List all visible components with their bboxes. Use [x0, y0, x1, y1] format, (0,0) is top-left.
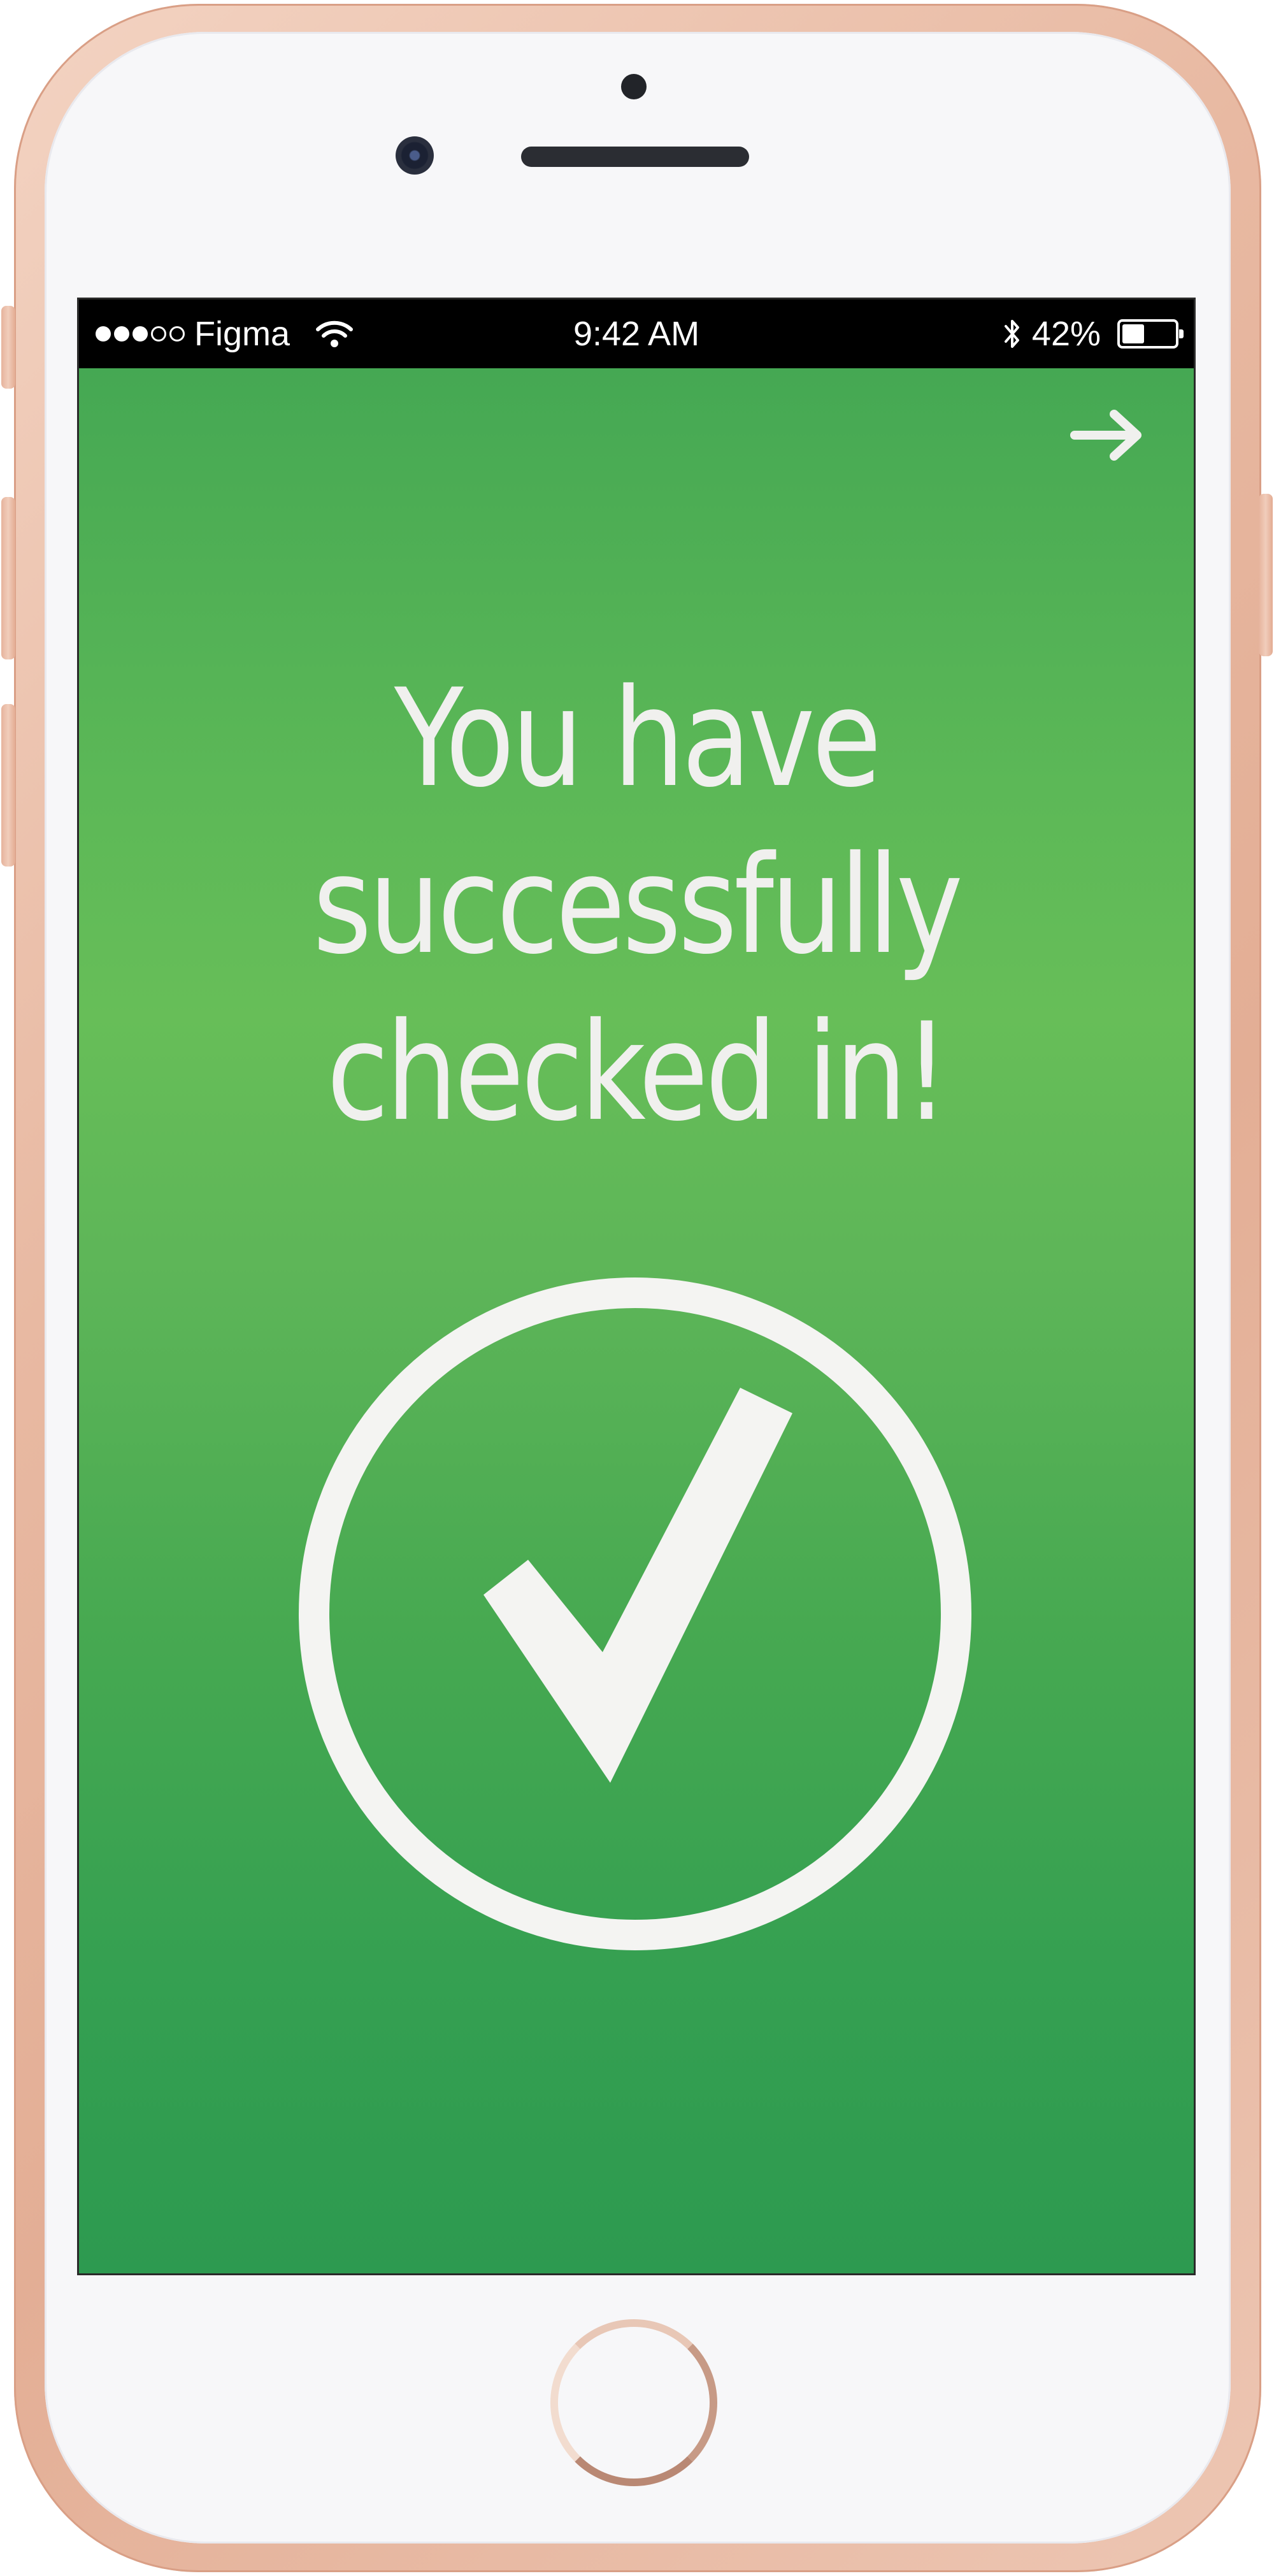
battery-level [1122, 324, 1144, 343]
home-button[interactable] [550, 2319, 717, 2486]
battery-terminal [1179, 329, 1184, 338]
success-headline: You have successfully checked in! [312, 659, 963, 1151]
checkmark-icon [483, 1388, 792, 1783]
earpiece-speaker [521, 147, 749, 167]
status-bar-right: 42% [1003, 315, 1184, 353]
mute-switch [1, 306, 15, 389]
power-button [1259, 494, 1273, 656]
volume-up-button [1, 497, 15, 659]
arrow-right-icon[interactable] [1070, 407, 1146, 464]
check-in-success-view: You have successfully checked in! [79, 368, 1194, 2273]
phone-screen: Figma 9:42 AM 42% You have successfully … [79, 299, 1194, 2273]
battery-percent: 42% [1031, 315, 1101, 353]
front-camera [396, 136, 434, 175]
checkmark-circle-icon [299, 1277, 971, 1950]
bluetooth-icon [1004, 320, 1019, 348]
proximity-sensor [621, 74, 647, 99]
status-bar: Figma 9:42 AM 42% [79, 299, 1194, 368]
battery-icon [1117, 319, 1184, 349]
volume-down-button [1, 704, 15, 867]
